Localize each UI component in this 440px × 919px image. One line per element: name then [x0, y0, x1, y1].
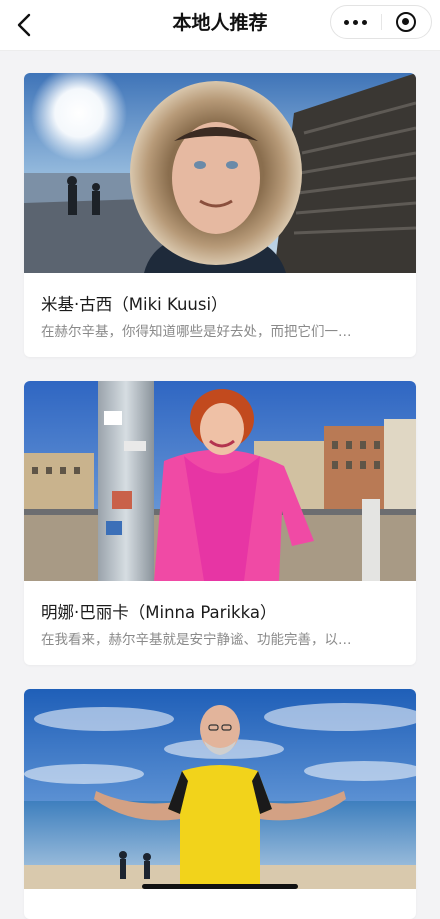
card-photo-fur-hood-man	[24, 73, 416, 273]
card-description: 在赫尔辛基，你得知道哪些是好去处，而把它们一…	[41, 324, 352, 340]
back-button[interactable]	[10, 9, 42, 41]
card-title: 明娜·巴丽卡（Minna Parikka）	[41, 603, 277, 622]
close-miniprogram-button[interactable]	[382, 6, 432, 38]
menu-capsule	[330, 5, 432, 39]
more-button[interactable]	[331, 6, 381, 38]
recommendation-card[interactable]: 米基·古西（Miki Kuusi） 在赫尔辛基，你得知道哪些是好去处，而把它们一…	[24, 73, 416, 357]
card-description: 在我看来，赫尔辛基就是安宁静谧、功能完善，以…	[41, 632, 352, 648]
card-photo-pink-outfit-woman	[24, 381, 416, 581]
card-photo-yellow-shirt-man	[24, 689, 416, 889]
recommendation-card[interactable]: 明娜·巴丽卡（Minna Parikka） 在我看来，赫尔辛基就是安宁静谧、功能…	[24, 381, 416, 665]
target-circle-icon	[396, 12, 416, 32]
chevron-left-icon	[17, 13, 31, 37]
more-dots-icon	[344, 20, 368, 25]
nav-bar: 本地人推荐	[0, 0, 440, 51]
home-indicator	[142, 884, 298, 889]
card-title: 米基·古西（Miki Kuusi）	[41, 295, 228, 314]
